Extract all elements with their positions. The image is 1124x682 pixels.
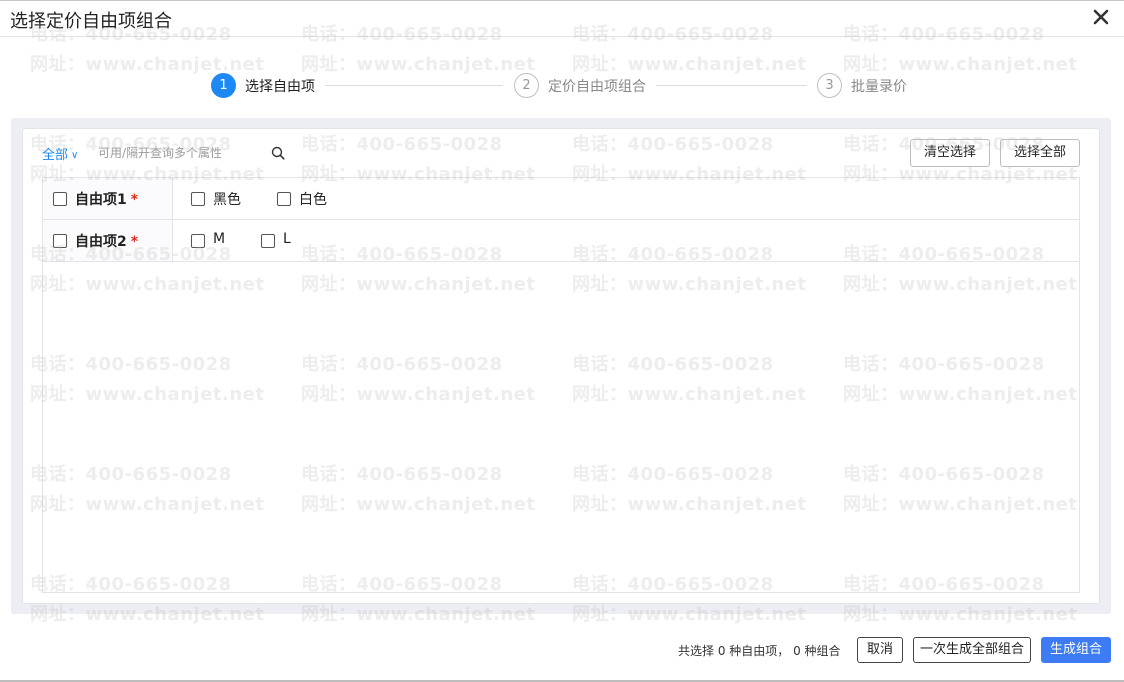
free-item-1-label: 自由项1 *	[75, 192, 139, 208]
option-l-checkbox[interactable]	[261, 234, 275, 248]
step-1-number: 1	[211, 73, 236, 98]
wizard-steps: 1 选择自由项 2 定价自由项组合 3 批量录价	[0, 71, 1124, 101]
close-button[interactable]	[1090, 6, 1112, 28]
select-all-button[interactable]: 选择全部	[1000, 139, 1080, 167]
scope-dropdown-label: 全部	[42, 148, 69, 163]
clear-selection-button[interactable]: 清空选择	[910, 139, 990, 167]
generate-all-combos-button[interactable]: 一次生成全部组合	[913, 637, 1031, 663]
table-row: 自由项1 * 黑色 白色	[43, 178, 1079, 220]
option-white-checkbox[interactable]	[277, 192, 291, 206]
step-3-label: 批量录价	[851, 79, 907, 95]
generate-combo-button[interactable]: 生成组合	[1041, 637, 1111, 663]
option-label: L	[283, 231, 291, 247]
option-label: 白色	[299, 192, 327, 208]
option-m-checkbox[interactable]	[191, 234, 205, 248]
cancel-button[interactable]: 取消	[857, 637, 903, 663]
row-header: 自由项2 *	[43, 220, 173, 261]
step-2-label: 定价自由项组合	[548, 79, 646, 95]
row-header: 自由项1 *	[43, 178, 173, 219]
select-pricing-combo-dialog: 选择定价自由项组合 1 选择自由项 2 定价自由项组合 3 批量录价 全部∨ 清…	[0, 0, 1124, 682]
search-input[interactable]	[92, 141, 290, 165]
selection-summary: 共选择 0 种自由项， 0 种组合	[678, 644, 841, 658]
dialog-title: 选择定价自由项组合	[10, 11, 172, 32]
required-mark: *	[130, 234, 139, 250]
step-connector	[656, 85, 807, 86]
close-icon	[1093, 9, 1109, 25]
free-items-table: 自由项1 * 黑色 白色 自由项2 * M L	[42, 177, 1080, 593]
option-label: 黑色	[213, 192, 241, 208]
option-label: M	[213, 231, 226, 247]
chevron-down-icon: ∨	[71, 150, 79, 161]
table-row: 自由项2 * M L	[43, 220, 1079, 262]
free-item-1-checkbox[interactable]	[53, 192, 67, 206]
step-connector	[325, 85, 503, 86]
search-button[interactable]	[271, 146, 285, 160]
option-black-checkbox[interactable]	[191, 192, 205, 206]
required-mark: *	[130, 192, 139, 208]
dialog-header: 选择定价自由项组合	[0, 1, 1124, 37]
scope-dropdown[interactable]: 全部 ∨	[42, 144, 78, 163]
step-3-number: 3	[817, 73, 842, 98]
step-2-number: 2	[514, 73, 539, 98]
step-1-label: 选择自由项	[245, 79, 315, 95]
search-icon	[271, 146, 285, 160]
free-item-2-label: 自由项2 *	[75, 234, 139, 250]
free-item-2-checkbox[interactable]	[53, 234, 67, 248]
